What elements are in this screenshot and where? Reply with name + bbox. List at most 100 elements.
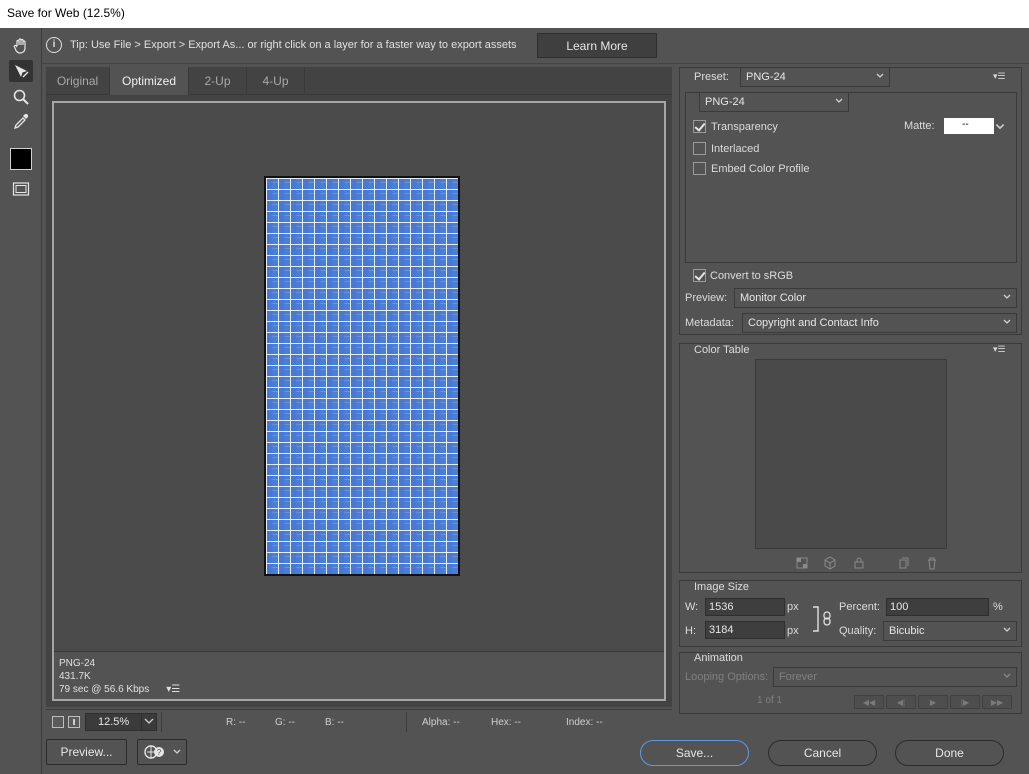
- preview-color-select[interactable]: Monitor Color: [734, 288, 1017, 308]
- width-unit: px: [787, 601, 799, 613]
- optimization-info: PNG-24 431.7K 79 sec @ 56.6 Kbps ▾☰: [54, 651, 664, 699]
- last-frame-button[interactable]: ▶▶: [982, 695, 1012, 709]
- divider: [406, 712, 407, 732]
- interlaced-checkbox[interactable]: [693, 142, 706, 155]
- hand-tool-icon[interactable]: [9, 35, 33, 57]
- color-table-grid[interactable]: [755, 359, 947, 549]
- learn-more-button[interactable]: Learn More: [537, 33, 657, 58]
- matte-color-swatch[interactable]: --: [944, 118, 994, 134]
- image-preview[interactable]: [264, 176, 460, 576]
- tab-optimized[interactable]: Optimized: [110, 67, 189, 95]
- metadata-value: Copyright and Contact Info: [748, 317, 879, 329]
- width-input[interactable]: 1536: [705, 598, 785, 616]
- optimize-menu-icon[interactable]: ▾☰: [993, 71, 1007, 81]
- preview-color-value: Monitor Color: [740, 292, 807, 304]
- looping-options-select[interactable]: Forever: [773, 667, 1017, 687]
- matte-value: --: [962, 119, 969, 130]
- transparency-map-icon[interactable]: [795, 556, 809, 570]
- tab-original[interactable]: Original: [46, 67, 110, 95]
- image-preview-gridlines: [266, 178, 458, 574]
- play-button[interactable]: ▶: [918, 695, 948, 709]
- preview-label: Preview:: [685, 292, 728, 304]
- quality-label: Quality:: [839, 625, 877, 637]
- zoom-out-button[interactable]: [52, 716, 64, 728]
- zoom-tool-icon[interactable]: [9, 86, 33, 108]
- settings-panel: Preset: PNG-24 ▾☰ PNG-24 Transparency Ma…: [672, 64, 1029, 734]
- tip-bar: i Tip: Use File > Export > Export As... …: [42, 28, 1029, 64]
- info-file-size: 431.7K: [59, 671, 91, 682]
- index-readout: Index: --: [566, 717, 603, 728]
- lock-icon[interactable]: [852, 556, 866, 570]
- chevron-down-icon: [173, 749, 181, 754]
- preset-select[interactable]: PNG-24: [740, 67, 890, 87]
- embed-profile-checkbox[interactable]: [693, 162, 706, 175]
- tools-panel: [0, 28, 42, 774]
- interlaced-label: Interlaced: [711, 143, 760, 155]
- file-format-value: PNG-24: [705, 96, 745, 108]
- green-readout: G: --: [275, 717, 295, 728]
- convert-srgb-checkbox[interactable]: [693, 269, 706, 282]
- download-speed-menu-icon[interactable]: ▾☰: [166, 683, 180, 696]
- percent-input[interactable]: 100: [886, 598, 989, 616]
- looping-options-value: Forever: [779, 671, 817, 683]
- chevron-down-icon[interactable]: [994, 121, 1006, 133]
- preview-area: PNG-24 431.7K 79 sec @ 56.6 Kbps ▾☰: [46, 95, 672, 707]
- chevron-down-icon: [1003, 673, 1011, 678]
- tab-4-up[interactable]: 4-Up: [247, 67, 305, 95]
- save-button[interactable]: Save...: [640, 740, 749, 766]
- image-size-title: Image Size: [694, 581, 750, 593]
- divider: [161, 712, 162, 732]
- next-frame-button[interactable]: |▶: [950, 695, 980, 709]
- first-frame-button[interactable]: ◀◀: [854, 695, 884, 709]
- tab-2-up[interactable]: 2-Up: [189, 67, 247, 95]
- window-title: Save for Web (12.5%): [7, 6, 125, 20]
- color-table-menu-icon[interactable]: ▾☰: [993, 344, 1007, 354]
- frame-counter: 1 of 1: [757, 695, 783, 706]
- slice-select-tool-icon[interactable]: [9, 60, 33, 82]
- constrain-proportions-link-icon[interactable]: [812, 605, 834, 633]
- preview-browser-select[interactable]: ?: [137, 739, 187, 765]
- new-color-icon[interactable]: [897, 556, 911, 570]
- transparency-label: Transparency: [711, 121, 778, 133]
- embed-profile-label: Embed Color Profile: [711, 163, 810, 175]
- matte-label: Matte:: [904, 120, 935, 132]
- eyedropper-color-swatch[interactable]: [10, 148, 32, 170]
- file-format-select[interactable]: PNG-24: [699, 92, 849, 112]
- chevron-down-icon: [1003, 294, 1011, 299]
- color-table-title: Color Table: [694, 344, 750, 356]
- tip-text: Tip: Use File > Export > Export As... or…: [70, 39, 517, 51]
- red-readout: R: --: [226, 717, 246, 728]
- metadata-select[interactable]: Copyright and Contact Info: [742, 313, 1017, 333]
- quality-select[interactable]: Bicubic: [883, 621, 1017, 641]
- status-bar: 12.5% R: -- G: -- B: -- Alpha: -- Hex: -…: [46, 709, 672, 734]
- trash-icon[interactable]: [925, 556, 939, 570]
- zoom-in-button[interactable]: [68, 716, 80, 728]
- transparency-checkbox[interactable]: [693, 120, 706, 133]
- previous-frame-button[interactable]: ◀|: [886, 695, 916, 709]
- preset-label: Preset:: [694, 71, 729, 83]
- height-input[interactable]: 3184: [705, 621, 785, 639]
- preview-button[interactable]: Preview...: [46, 739, 127, 765]
- alpha-readout: Alpha: --: [422, 717, 460, 728]
- web-snap-cube-icon[interactable]: [823, 556, 837, 570]
- svg-text:?: ?: [157, 748, 162, 757]
- width-value: 1536: [709, 601, 734, 613]
- width-label: W:: [685, 601, 699, 613]
- chevron-down-icon: [1003, 319, 1011, 324]
- view-tabs: Original Optimized 2-Up 4-Up: [46, 67, 672, 95]
- chevron-down-icon[interactable]: [141, 714, 157, 730]
- chevron-down-icon: [1003, 627, 1011, 632]
- info-download-time: 79 sec @ 56.6 Kbps: [59, 684, 150, 695]
- animation-title: Animation: [694, 652, 743, 664]
- eyedropper-tool-icon[interactable]: [9, 111, 33, 133]
- chevron-down-icon: [876, 73, 884, 78]
- dialog-footer: Preview... ? Save... Cancel Done: [42, 736, 1029, 774]
- toggle-slices-icon[interactable]: [9, 178, 33, 200]
- done-button[interactable]: Done: [895, 740, 1004, 766]
- info-format: PNG-24: [59, 658, 96, 669]
- height-unit: px: [787, 625, 799, 637]
- cancel-button[interactable]: Cancel: [768, 740, 877, 766]
- preset-value: PNG-24: [746, 71, 786, 83]
- optimized-preview-pane[interactable]: PNG-24 431.7K 79 sec @ 56.6 Kbps ▾☰: [52, 101, 666, 701]
- info-icon: i: [46, 37, 62, 53]
